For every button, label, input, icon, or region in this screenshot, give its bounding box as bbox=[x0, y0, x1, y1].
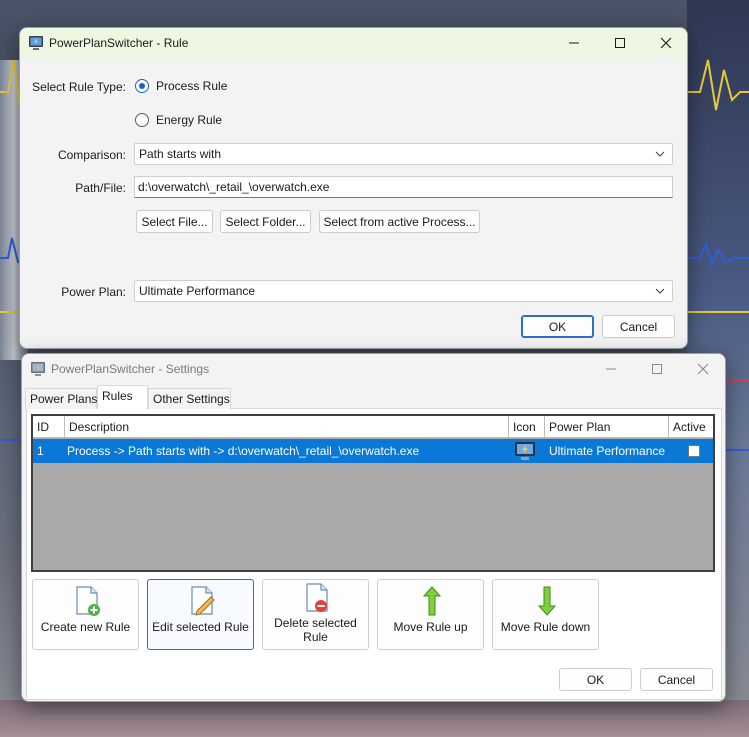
chevron-down-icon bbox=[655, 288, 665, 294]
power-plan-value: Ultimate Performance bbox=[139, 284, 256, 298]
new-document-icon bbox=[76, 586, 100, 616]
row-id: 1 bbox=[37, 444, 44, 458]
move-rule-down-button[interactable]: Move Rule down bbox=[492, 579, 599, 650]
close-button[interactable] bbox=[643, 28, 687, 58]
tab-other-settings[interactable]: Other Settings bbox=[148, 388, 231, 409]
maximize-icon bbox=[652, 364, 662, 374]
radio-selected-indicator bbox=[135, 79, 149, 93]
close-icon bbox=[660, 37, 672, 49]
select-folder-button[interactable]: Select Folder... bbox=[220, 210, 311, 233]
row-power-plan: Ultimate Performance bbox=[549, 444, 666, 458]
power-plan-app-icon bbox=[31, 362, 45, 376]
power-plan-dropdown[interactable]: Ultimate Performance bbox=[134, 280, 673, 302]
minimize-button[interactable] bbox=[551, 28, 597, 58]
radio-unselected-indicator bbox=[135, 113, 149, 127]
radio-energy-rule[interactable]: Energy Rule bbox=[135, 113, 222, 127]
column-header-power-plan[interactable]: Power Plan bbox=[545, 416, 669, 438]
column-header-icon[interactable]: Icon bbox=[509, 416, 545, 438]
tab-rules[interactable]: Rules bbox=[97, 385, 148, 409]
column-header-description[interactable]: Description bbox=[65, 416, 509, 438]
settings-cancel-button[interactable]: Cancel bbox=[640, 668, 713, 691]
chevron-down-icon bbox=[655, 151, 665, 157]
rule-dialog-title: PowerPlanSwitcher - Rule bbox=[49, 36, 189, 50]
arrow-up-icon bbox=[422, 586, 442, 616]
row-description: Process -> Path starts with -> d:\overwa… bbox=[67, 444, 420, 458]
move-rule-down-label: Move Rule down bbox=[500, 620, 591, 634]
rule-ok-button[interactable]: OK bbox=[521, 315, 594, 338]
column-header-id[interactable]: ID bbox=[33, 416, 65, 438]
maximize-button[interactable] bbox=[597, 28, 643, 58]
radio-energy-rule-label: Energy Rule bbox=[156, 113, 223, 127]
settings-ok-button[interactable]: OK bbox=[559, 668, 632, 691]
table-row[interactable]: 1 Process -> Path starts with -> d:\over… bbox=[33, 439, 713, 463]
path-file-input[interactable]: d:\overwatch\_retail_\overwatch.exe bbox=[134, 176, 673, 198]
power-plan-label: Power Plan: bbox=[61, 285, 126, 299]
create-new-rule-button[interactable]: Create new Rule bbox=[32, 579, 139, 650]
maximize-icon bbox=[615, 38, 625, 48]
rule-cancel-button[interactable]: Cancel bbox=[602, 315, 675, 338]
move-rule-up-label: Move Rule up bbox=[393, 620, 468, 634]
radio-process-rule-label: Process Rule bbox=[156, 79, 228, 93]
delete-selected-rule-button[interactable]: Delete selected Rule bbox=[262, 579, 369, 650]
arrow-down-icon bbox=[537, 586, 557, 616]
rules-grid[interactable]: ID Description Icon Power Plan Active 1 … bbox=[31, 414, 715, 572]
tab-power-plans[interactable]: Power Plans bbox=[25, 388, 97, 409]
maximize-button[interactable] bbox=[634, 354, 680, 384]
delete-document-icon bbox=[306, 583, 328, 612]
edit-selected-rule-label: Edit selected Rule bbox=[152, 620, 249, 634]
close-button[interactable] bbox=[680, 354, 725, 384]
comparison-label: Comparison: bbox=[57, 148, 126, 162]
close-icon bbox=[697, 363, 709, 375]
move-rule-up-button[interactable]: Move Rule up bbox=[377, 579, 484, 650]
grid-header: ID Description Icon Power Plan Active bbox=[33, 416, 713, 438]
minimize-button[interactable] bbox=[588, 354, 634, 384]
minimize-icon bbox=[606, 368, 616, 370]
select-file-button[interactable]: Select File... bbox=[136, 210, 213, 233]
rule-dialog-titlebar: PowerPlanSwitcher - Rule bbox=[20, 28, 687, 58]
column-header-active[interactable]: Active bbox=[669, 416, 713, 438]
select-active-process-button[interactable]: Select from active Process... bbox=[319, 210, 480, 233]
create-new-rule-label: Create new Rule bbox=[40, 620, 131, 634]
power-plan-icon bbox=[515, 442, 535, 460]
row-active-checkbox[interactable] bbox=[688, 445, 700, 457]
select-rule-type-label: Select Rule Type: bbox=[32, 80, 126, 94]
settings-titlebar: PowerPlanSwitcher - Settings bbox=[22, 354, 725, 384]
comparison-dropdown[interactable]: Path starts with bbox=[134, 143, 673, 165]
path-file-label: Path/File: bbox=[75, 181, 126, 195]
delete-selected-rule-label: Delete selected Rule bbox=[274, 616, 357, 644]
minimize-icon bbox=[569, 42, 579, 44]
edit-document-icon bbox=[191, 586, 215, 616]
comparison-value: Path starts with bbox=[139, 147, 222, 161]
radio-process-rule[interactable]: Process Rule bbox=[135, 79, 227, 93]
settings-title: PowerPlanSwitcher - Settings bbox=[51, 362, 210, 376]
power-plan-app-icon bbox=[29, 36, 43, 50]
edit-selected-rule-button[interactable]: Edit selected Rule bbox=[147, 579, 254, 650]
